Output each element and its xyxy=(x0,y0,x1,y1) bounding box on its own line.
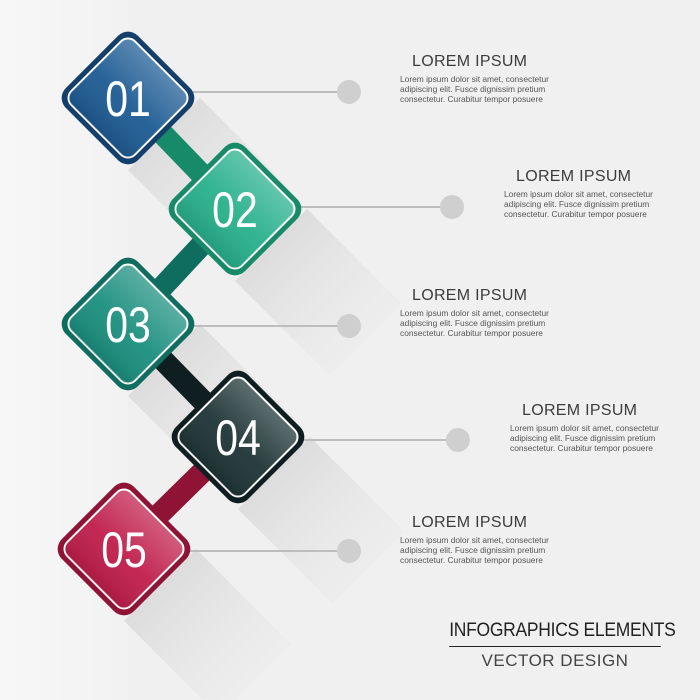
guide-dot xyxy=(337,539,361,563)
footer-title: INFOGRAPHICS ELEMENTS xyxy=(449,620,676,647)
info-block-3: LOREM IPSUM Lorem ipsum dolor sit amet, … xyxy=(400,287,590,339)
footer: INFOGRAPHICS ELEMENTS VECTOR DESIGN xyxy=(440,620,676,671)
info-text: Lorem ipsum dolor sit amet, consectetur … xyxy=(510,423,659,454)
info-text: Lorem ipsum dolor sit amet, consectetur … xyxy=(400,535,549,566)
info-text: Lorem ipsum dolor sit amet, consectetur … xyxy=(400,74,549,105)
guide-dot xyxy=(337,314,361,338)
info-block-4: LOREM IPSUM Lorem ipsum dolor sit amet, … xyxy=(510,402,700,454)
info-title: LOREM IPSUM xyxy=(412,53,528,70)
info-block-5: LOREM IPSUM Lorem ipsum dolor sit amet, … xyxy=(400,514,590,566)
step-number: 04 xyxy=(215,410,261,466)
step-number: 01 xyxy=(105,71,151,127)
guide-dot xyxy=(446,428,470,452)
step-number: 02 xyxy=(212,182,258,238)
info-title: LOREM IPSUM xyxy=(522,402,638,419)
guide-dot xyxy=(440,195,464,219)
step-number: 05 xyxy=(101,522,147,578)
info-block-2: LOREM IPSUM Lorem ipsum dolor sit amet, … xyxy=(504,168,694,220)
info-title: LOREM IPSUM xyxy=(412,287,528,304)
infographic-diagram: 01 02 03 04 05 xyxy=(57,31,470,700)
step-number: 03 xyxy=(105,297,151,353)
info-text: Lorem ipsum dolor sit amet, consectetur … xyxy=(504,189,653,220)
info-title: LOREM IPSUM xyxy=(412,514,528,531)
info-text: Lorem ipsum dolor sit amet, consectetur … xyxy=(400,308,549,339)
guide-dot xyxy=(337,80,361,104)
footer-subtitle: VECTOR DESIGN xyxy=(481,651,629,670)
info-title: LOREM IPSUM xyxy=(516,168,632,185)
info-block-1: LOREM IPSUM Lorem ipsum dolor sit amet, … xyxy=(400,53,590,105)
